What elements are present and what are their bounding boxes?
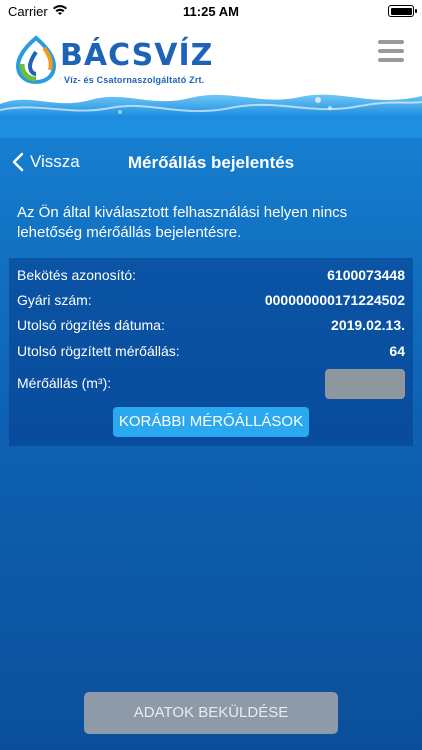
- submit-data-button[interactable]: ADATOK BEKÜLDÉSE: [84, 692, 338, 734]
- detail-row: Bekötés azonosító: 6100073448: [17, 264, 405, 286]
- detail-value: 000000000171224502: [264, 292, 405, 308]
- detail-row: Utolsó rögzített mérőállás: 64: [17, 340, 405, 362]
- water-wave-decoration: [0, 94, 422, 138]
- bacsviz-logo: BÁCSVÍZ Víz- és Csatornaszolgáltató Zrt.: [14, 34, 234, 96]
- detail-label: Utolsó rögzítés dátuma:: [17, 317, 165, 333]
- detail-label: Utolsó rögzített mérőállás:: [17, 343, 180, 359]
- detail-value: 64: [389, 343, 405, 359]
- page-title: Mérőállás bejelentés: [127, 153, 295, 172]
- detail-row: Utolsó rögzítés dátuma: 2019.02.13.: [17, 314, 405, 336]
- navigation-bar: Vissza Mérőállás bejelentés: [0, 140, 422, 184]
- clock: 11:25 AM: [183, 4, 239, 19]
- meter-reading-label: Mérőállás (m³):: [17, 375, 112, 391]
- water-drop-logo-icon: [15, 35, 57, 84]
- brand-tagline: Víz- és Csatornaszolgáltató Zrt.: [64, 75, 205, 85]
- detail-value: 2019.02.13.: [331, 317, 405, 333]
- status-bar: Carrier 11:25 AM: [0, 0, 422, 24]
- detail-label: Bekötés azonosító:: [17, 267, 137, 283]
- battery-icon: [388, 5, 417, 17]
- brand-name: BÁCSVÍZ: [60, 38, 214, 73]
- detail-label: Gyári szám:: [17, 292, 92, 308]
- info-message: Az Ön által kiválasztott felhasználási h…: [17, 204, 348, 241]
- meter-details-panel: Bekötés azonosító: 6100073448 Gyári szám…: [9, 258, 413, 446]
- detail-value: 6100073448: [327, 267, 405, 283]
- previous-readings-button[interactable]: KORÁBBI MÉRŐÁLLÁSOK: [113, 407, 309, 437]
- detail-row: Gyári szám: 000000000171224502: [17, 289, 405, 311]
- meter-reading-input[interactable]: [325, 369, 405, 399]
- hamburger-menu-icon[interactable]: [378, 40, 404, 62]
